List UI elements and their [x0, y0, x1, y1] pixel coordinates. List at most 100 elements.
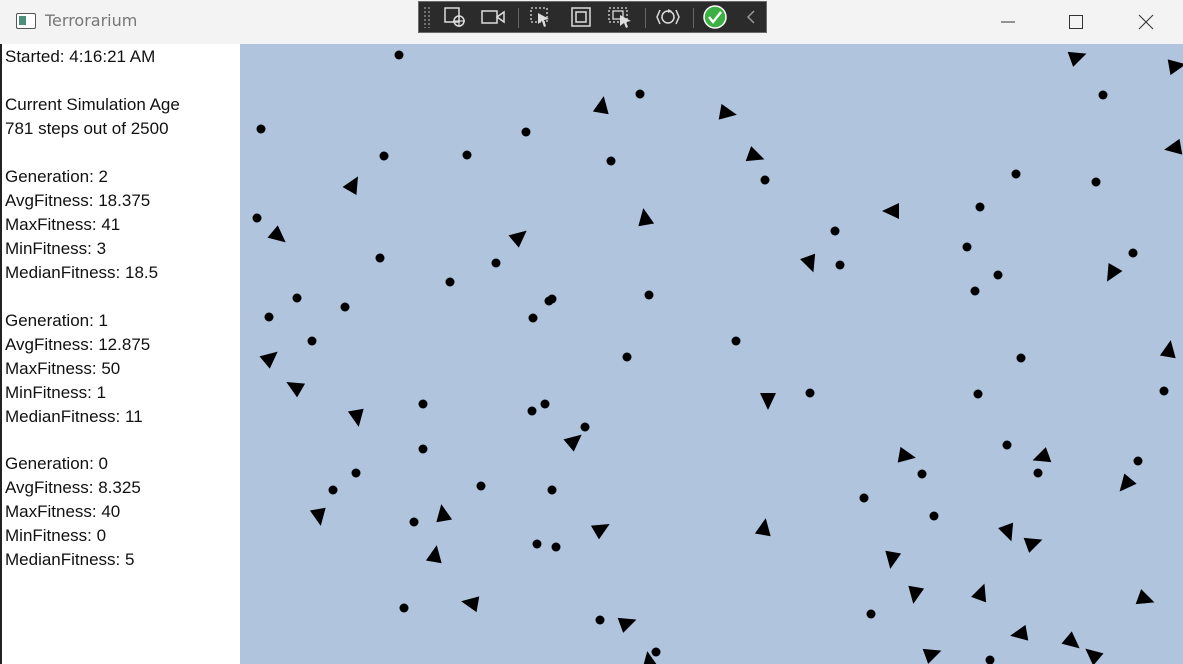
min-fitness: MinFitness: 0: [5, 526, 107, 545]
window-title: Terrorarium: [45, 11, 138, 30]
simulation-field: [252, 50, 1183, 664]
food-dot: [644, 290, 654, 300]
food-dot: [962, 242, 972, 252]
select-element-icon[interactable]: [441, 5, 469, 29]
creature-triangle: [885, 550, 902, 569]
food-dot: [256, 124, 266, 134]
food-dot: [491, 258, 501, 268]
simulation-age-heading: Current Simulation Age: [5, 95, 180, 114]
food-dot: [547, 294, 557, 304]
simulation-canvas[interactable]: [240, 44, 1183, 664]
minimize-icon: [1001, 21, 1015, 23]
creature-triangle: [1167, 59, 1183, 76]
toolbar-grip-icon[interactable]: [423, 6, 431, 28]
median-fitness: MedianFitness: 18.5: [5, 263, 159, 282]
food-dot: [635, 89, 645, 99]
food-dot: [328, 485, 338, 495]
food-dot: [1033, 468, 1043, 478]
food-dot: [418, 399, 428, 409]
close-icon: [1138, 14, 1154, 30]
min-fitness: MinFitness: 1: [5, 383, 107, 402]
food-dot: [859, 493, 869, 503]
food-dot: [975, 202, 985, 212]
creature-triangle: [1010, 624, 1029, 641]
creature-triangle: [286, 382, 306, 398]
food-dot: [1016, 353, 1026, 363]
food-dot: [1159, 386, 1169, 396]
creature-triangle: [1164, 138, 1183, 155]
creature-triangle: [1159, 340, 1176, 359]
food-dot: [606, 156, 616, 166]
food-dot: [622, 352, 632, 362]
avg-fitness: AvgFitness: 8.325: [5, 478, 141, 497]
creature-triangle: [461, 596, 480, 613]
food-dot: [418, 444, 428, 454]
food-dot: [651, 647, 661, 657]
food-dot: [532, 539, 542, 549]
creature-triangle: [436, 504, 453, 523]
creature-triangle: [309, 507, 326, 526]
creature-triangle: [760, 393, 776, 410]
creature-triangle: [745, 146, 765, 162]
food-dot: [1011, 169, 1021, 179]
creature-triangle: [882, 203, 899, 219]
layout-bounds-icon[interactable]: [567, 5, 595, 29]
food-dot: [476, 481, 486, 491]
food-dot: [394, 50, 404, 60]
food-dot: [462, 150, 472, 160]
food-dot: [580, 422, 590, 432]
collapse-chevron-icon[interactable]: [739, 5, 763, 29]
avg-fitness: AvgFitness: 18.375: [5, 191, 151, 210]
food-dot: [985, 655, 995, 664]
generation-label: Generation: 0: [5, 454, 109, 473]
creature-triangle: [342, 176, 358, 196]
food-dot: [351, 468, 361, 478]
min-fitness: MinFitness: 3: [5, 239, 107, 258]
food-dot: [399, 603, 409, 613]
creature-triangle: [590, 524, 610, 540]
food-dot: [547, 485, 557, 495]
food-dot: [340, 302, 350, 312]
food-dot: [1002, 440, 1012, 450]
record-icon[interactable]: [479, 5, 507, 29]
track-focus-icon[interactable]: [605, 5, 635, 29]
food-dot: [527, 406, 537, 416]
creature-triangle: [259, 351, 278, 369]
close-button[interactable]: [1112, 0, 1180, 44]
maximize-button[interactable]: [1042, 0, 1110, 44]
food-dot: [970, 286, 980, 296]
creature-triangle: [347, 408, 364, 427]
creature-triangle: [1119, 473, 1137, 492]
pointer-select-icon[interactable]: [527, 5, 555, 29]
food-dot: [379, 151, 389, 161]
food-dot: [760, 175, 770, 185]
creature-triangle: [897, 446, 916, 463]
max-fitness: MaxFitness: 41: [5, 215, 121, 234]
creature-triangle: [1085, 648, 1104, 664]
stats-panel: Started: 4:16:21 AM Current Simulation A…: [2, 44, 240, 664]
title-bar: Terrorarium: [0, 0, 1183, 44]
food-dot: [830, 226, 840, 236]
creature-triangle: [1067, 51, 1087, 67]
food-dot: [1128, 248, 1138, 258]
food-dot: [1133, 456, 1143, 466]
creature-triangle: [563, 434, 582, 452]
food-dot: [1098, 90, 1108, 100]
simulation-age-steps: 781 steps out of 2500: [5, 119, 169, 138]
food-dot: [973, 389, 983, 399]
food-dot: [595, 615, 605, 625]
creature-triangle: [1032, 447, 1052, 463]
avg-fitness: AvgFitness: 12.875: [5, 335, 151, 354]
hot-reload-icon[interactable]: [653, 5, 683, 29]
minimize-button[interactable]: [974, 0, 1042, 44]
max-fitness: MaxFitness: 40: [5, 502, 121, 521]
creature-triangle: [425, 545, 442, 564]
app-icon: [16, 13, 36, 29]
food-dot: [540, 399, 550, 409]
maximize-icon: [1069, 15, 1083, 29]
food-dot: [252, 213, 262, 223]
checkmark-icon[interactable]: [701, 5, 729, 29]
food-dot: [929, 511, 939, 521]
creature-triangle: [971, 583, 987, 603]
food-dot: [917, 469, 927, 479]
